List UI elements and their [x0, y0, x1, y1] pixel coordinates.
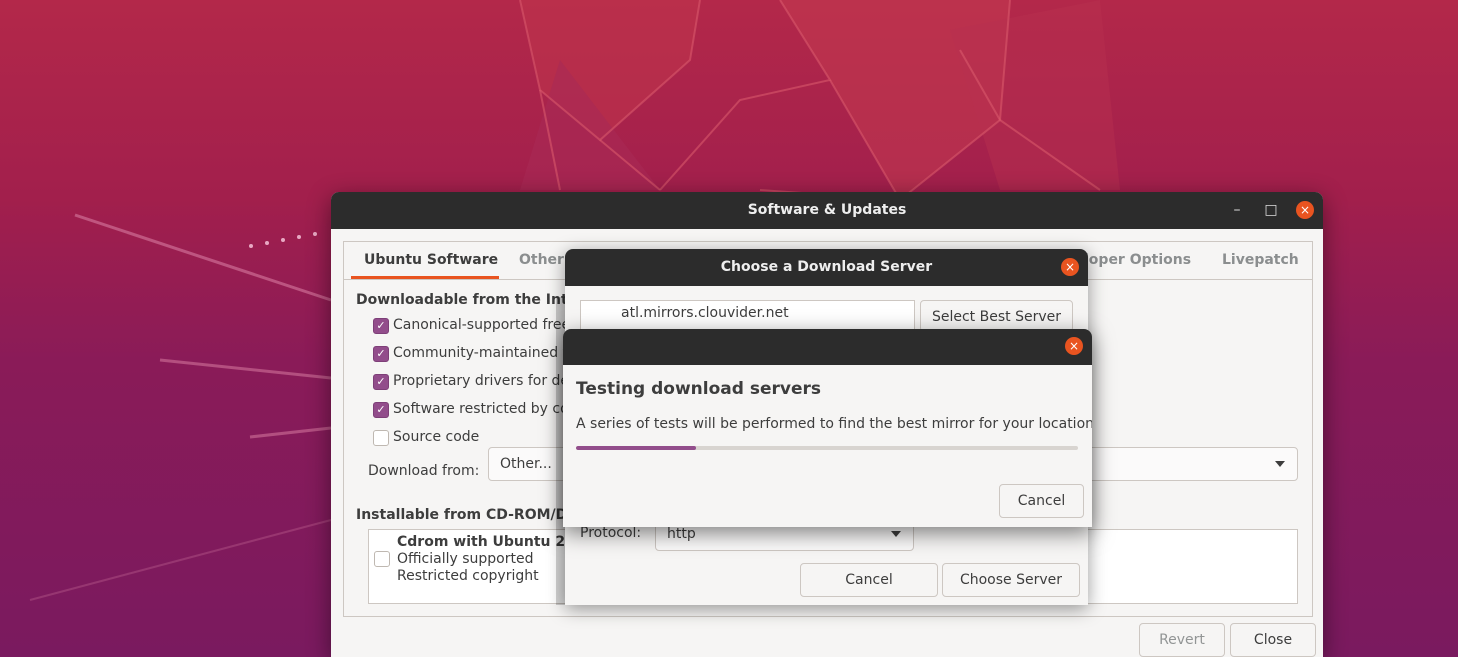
check-label: Canonical-supported free: [393, 317, 571, 333]
download-from-label: Download from:: [368, 463, 480, 479]
checkbox-unchecked-icon[interactable]: [374, 551, 390, 567]
tab-livepatch[interactable]: Livepatch: [1222, 252, 1299, 268]
dialog-message: A series of tests will be performed to f…: [576, 416, 1092, 432]
download-from-value: Other...: [500, 456, 552, 472]
checkbox-checked-icon[interactable]: ✓: [373, 374, 389, 390]
selected-server[interactable]: atl.mirrors.clouvider.net: [621, 305, 789, 321]
minimize-icon[interactable]: –: [1227, 200, 1247, 220]
checkbox-unchecked-icon[interactable]: [373, 430, 389, 446]
revert-button[interactable]: Revert: [1139, 623, 1225, 657]
select-best-server-button[interactable]: Select Best Server: [920, 300, 1073, 332]
cancel-server-button[interactable]: Cancel: [800, 563, 938, 597]
dialog-title: Choose a Download Server: [720, 259, 933, 275]
close-icon[interactable]: ×: [1065, 337, 1083, 355]
progress-bar: [576, 446, 1078, 450]
cdrom-support: Officially supported: [397, 551, 534, 567]
chevron-down-icon: [1275, 461, 1285, 467]
checkbox-checked-icon[interactable]: ✓: [373, 402, 389, 418]
dialog-titlebar[interactable]: Choose a Download Server ×: [565, 249, 1088, 286]
server-list[interactable]: atl.mirrors.clouvider.net: [580, 300, 915, 330]
window-title: Software & Updates: [747, 202, 907, 218]
testing-servers-dialog: × Testing download servers A series of t…: [563, 329, 1092, 527]
cdrom-copyright: Restricted copyright: [397, 568, 539, 584]
dialog-heading: Testing download servers: [576, 379, 821, 399]
check-label: Proprietary drivers for de: [393, 373, 570, 389]
tab-developer-options[interactable]: loper Options: [1084, 252, 1191, 268]
tab-other-software[interactable]: Other: [519, 252, 564, 268]
downloadable-section-label: Downloadable from the Inter: [356, 292, 585, 308]
check-label: Source code: [393, 429, 480, 445]
close-icon[interactable]: ×: [1296, 201, 1314, 219]
tab-ubuntu-software[interactable]: Ubuntu Software: [364, 252, 498, 268]
active-tab-indicator: [351, 276, 499, 279]
dialog-titlebar[interactable]: ×: [563, 329, 1092, 365]
checkbox-checked-icon[interactable]: ✓: [373, 346, 389, 362]
cancel-test-button[interactable]: Cancel: [999, 484, 1084, 518]
chevron-down-icon: [891, 531, 901, 537]
protocol-label: Protocol:: [580, 525, 642, 541]
checkbox-checked-icon[interactable]: ✓: [373, 318, 389, 334]
progress-fill: [576, 446, 697, 450]
window-titlebar[interactable]: Software & Updates – □ ×: [331, 192, 1323, 229]
check-label: Community-maintained fr: [393, 345, 574, 361]
choose-server-button[interactable]: Choose Server: [942, 563, 1080, 597]
maximize-icon[interactable]: □: [1261, 200, 1281, 220]
installable-section-label: Installable from CD-ROM/DV: [356, 507, 579, 523]
check-label: Software restricted by co: [393, 401, 569, 417]
close-icon[interactable]: ×: [1061, 258, 1079, 276]
close-button[interactable]: Close: [1230, 623, 1316, 657]
